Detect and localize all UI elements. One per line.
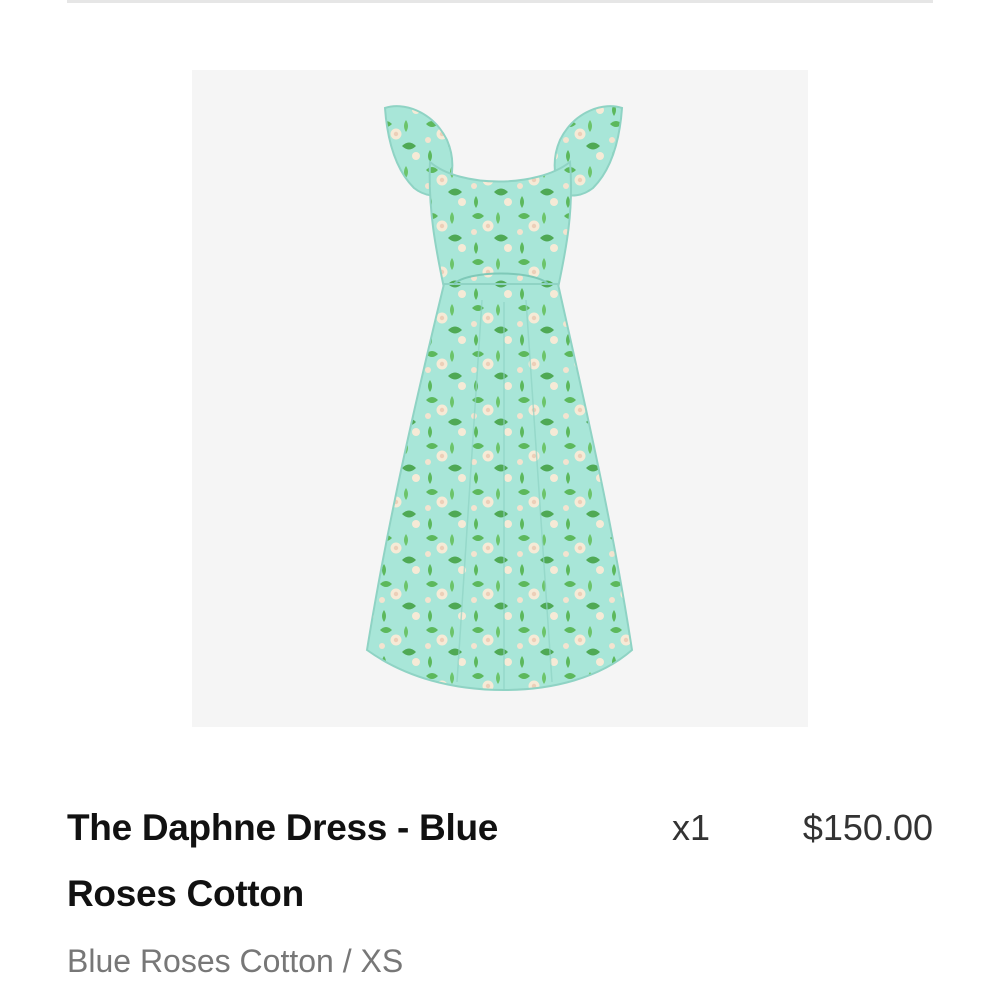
product-title[interactable]: The Daphne Dress - Blue Roses Cotton: [67, 795, 587, 927]
top-divider: [67, 0, 933, 3]
price-label: $150.00: [802, 807, 933, 848]
quantity-label: x1: [672, 807, 711, 848]
dress-image: [365, 105, 634, 692]
variant-label: Blue Roses Cotton / XS: [67, 943, 404, 979]
product-image[interactable]: [192, 70, 808, 727]
